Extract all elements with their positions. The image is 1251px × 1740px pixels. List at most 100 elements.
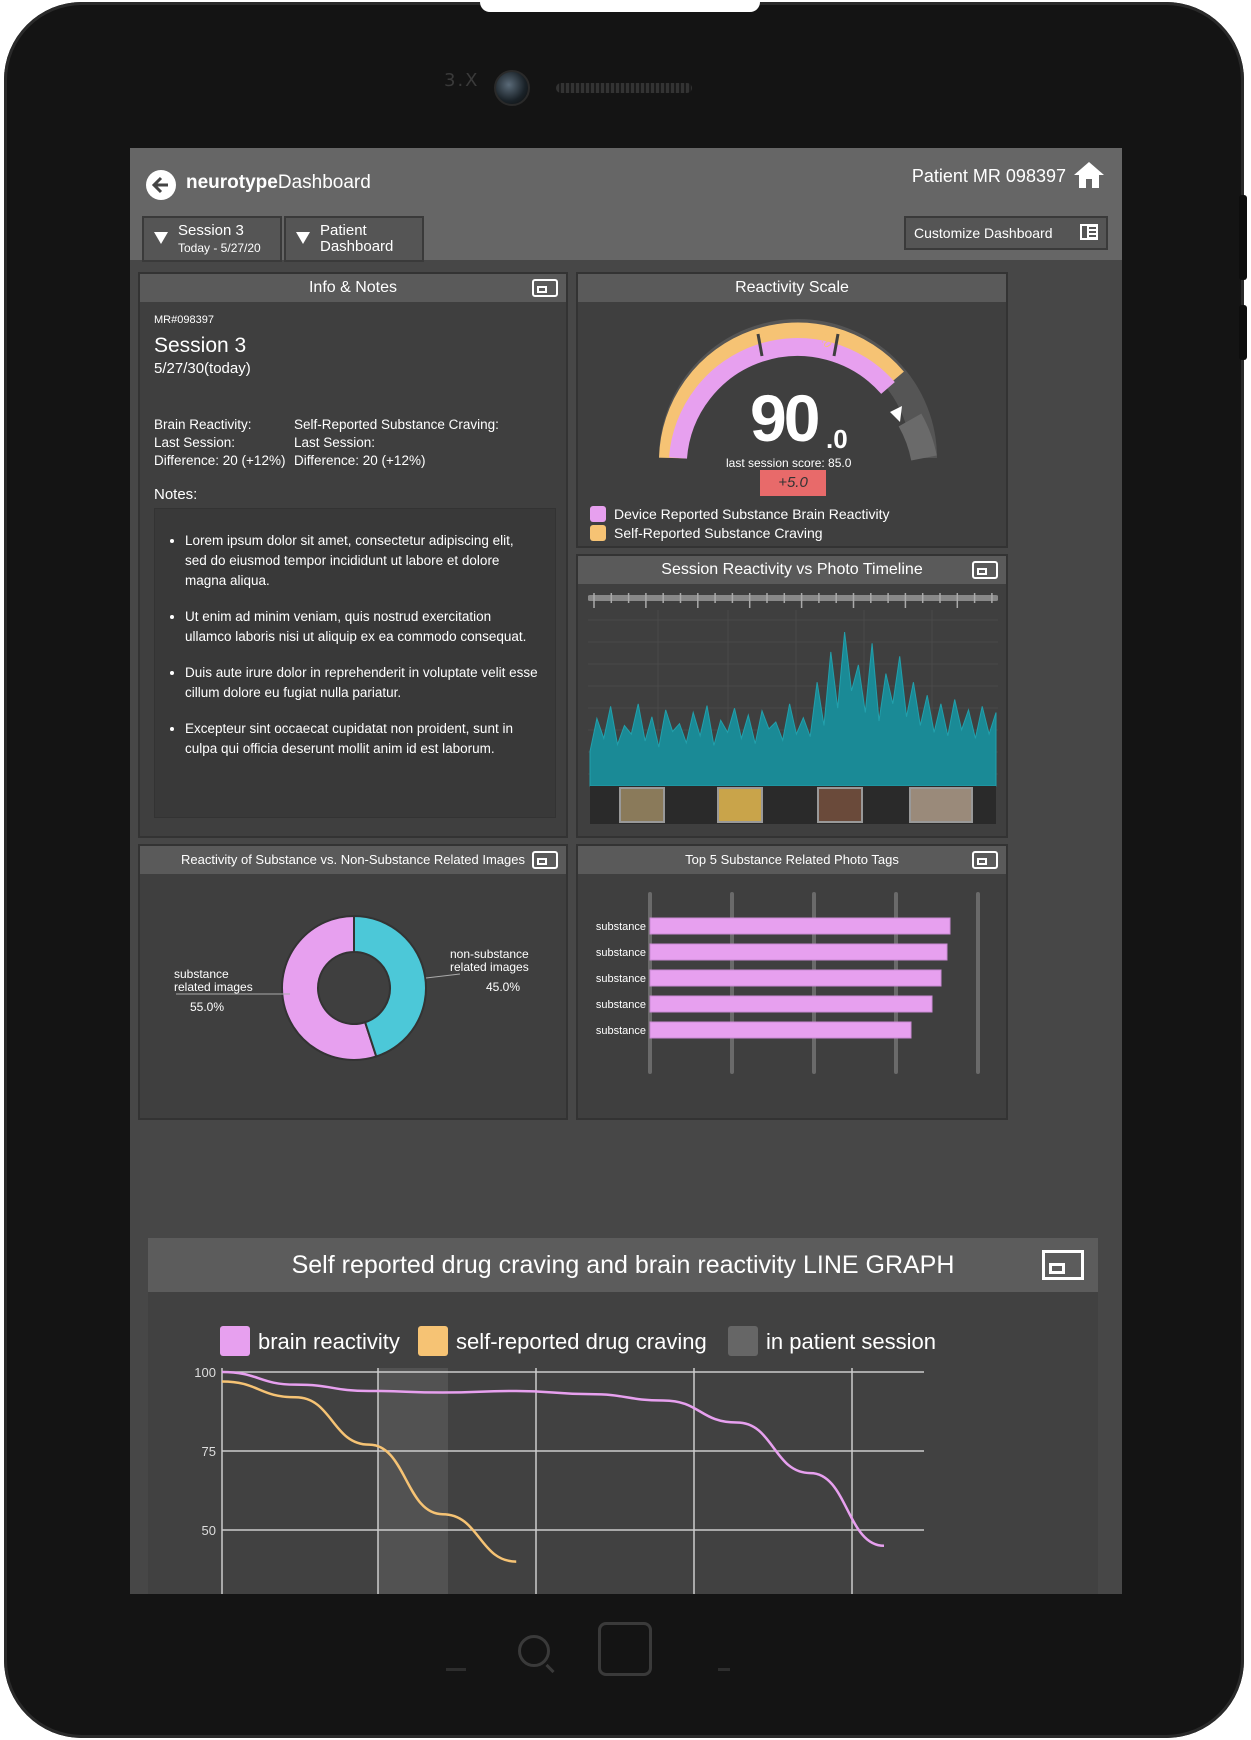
photo-thumbnail [619,787,665,823]
session-select-date: Today - 5/27/20 [178,241,261,255]
notes-label: Notes: [154,486,198,503]
session-date: 5/27/30(today) [154,360,251,377]
donut-label-non-substance: non-substance related images [450,947,529,974]
tag-bar [649,917,951,935]
session-title: Session 3 [154,334,247,357]
note-item: Excepteur sint occaecat cupidatat non pr… [185,719,539,759]
tag-bar [649,943,948,961]
speaker-grille [556,83,692,93]
expand-icon[interactable] [1042,1250,1084,1280]
device-home-button[interactable] [598,1622,652,1676]
line-drug-craving [221,1380,517,1563]
tag-label: substance [596,921,646,933]
photo-tags-title: Top 5 Substance Related Photo Tags [685,852,899,867]
tablet-notch [480,2,760,12]
tags-bar-chart: substance substance substance substance subs… [596,892,980,1074]
reactivity-score: 90 [750,381,820,455]
app-title: neurotypeDashboard [186,172,371,193]
timeline-title: Session Reactivity vs Photo Timeline [661,561,923,578]
donut-title: Reactivity of Substance vs. Non-Substanc… [181,852,525,867]
photo-tags-panel: Top 5 Substance Related Photo Tags subst… [576,844,1008,1120]
session-select-label: Session 3 [178,222,244,239]
back-button[interactable] [146,170,176,200]
info-notes-header: Info & Notes [140,274,566,302]
session-select[interactable]: Session 3 Today - 5/27/20 [142,216,282,262]
substance-donut-panel: Reactivity of Substance vs. Non-Substanc… [138,844,568,1120]
line-graph-title: Self reported drug craving and brain rea… [291,1251,955,1279]
tag-label: substance [596,973,646,985]
search-icon[interactable] [518,1635,550,1667]
donut-pct-substance: 55.0% [190,1000,225,1014]
donut-label-substance: substance related images [174,967,253,994]
reactivity-scale-panel: Reactivity Scale 73.0 90 .0 last session… [576,272,1008,548]
legend-craving-line: self-reported drug craving [418,1326,707,1356]
timeline-header: Session Reactivity vs Photo Timeline [578,556,1006,584]
tag-label: substance [596,947,646,959]
photo-tags-header: Top 5 Substance Related Photo Tags [578,846,1006,874]
mr-number: MR#098397 [154,314,214,326]
legend-in-session: in patient session [728,1326,936,1356]
legend-brain-reactivity-line: brain reactivity [220,1326,400,1356]
note-item: Duis aute irure dolor in reprehenderit i… [185,663,539,703]
volume-down-button [1239,305,1247,360]
line-brain-reactivity [221,1370,885,1548]
info-notes-title: Info & Notes [308,279,398,296]
volume-up-button [1239,195,1247,280]
expand-icon[interactable] [532,279,558,297]
tag-bar [649,1021,912,1039]
dropdown-triangle-icon [154,232,168,244]
tag-label: substance [596,999,646,1011]
layout-icon [1080,224,1098,240]
craving-stats: Self-Reported Substance Craving: Last Ses… [294,417,499,468]
line-graph-header: Self reported drug craving and brain rea… [148,1238,1098,1292]
view-select-line2: Dashboard [320,238,394,255]
camera-icon [494,70,530,106]
tag-bar [649,969,942,987]
legend-swatch-orange [590,525,606,541]
dropdown-triangle-icon [296,232,310,244]
view-select-line1: Patient [320,222,367,239]
app-header: neurotypeDashboard Patient MR 098397 Ses… [130,148,1122,262]
y-tick-label: 100 [194,1368,216,1380]
in-session-band [378,1368,448,1594]
expand-icon[interactable] [532,851,558,869]
view-select[interactable]: Patient Dashboard [284,216,424,262]
legend-craving: Self-Reported Substance Craving [590,525,823,541]
tag-bar [649,995,933,1013]
back-arrow-icon [152,176,168,194]
timeline-panel: Session Reactivity vs Photo Timeline [576,554,1008,838]
photo-thumbnail [817,787,863,823]
patient-id: Patient MR 098397 [911,166,1066,186]
reactivity-score-decimal: .0 [826,424,848,454]
y-tick-label: 50 [202,1523,216,1538]
reactivity-scale-title: Reactivity Scale [735,279,849,296]
legend-swatch-orange [418,1326,448,1356]
donut-header: Reactivity of Substance vs. Non-Substanc… [140,846,566,874]
tag-label: substance [596,1025,646,1037]
line-graph-chart: 100 75 50 [194,1368,924,1594]
app-screen: neurotypeDashboard Patient MR 098397 Ses… [130,148,1122,1594]
y-tick-label: 75 [202,1444,216,1459]
donut-pct-non-substance: 45.0% [486,980,521,994]
legend-swatch-pink [220,1326,250,1356]
photo-thumbnail [717,787,763,823]
note-item: Lorem ipsum dolor sit amet, consectetur … [185,531,539,591]
timeline-chart [588,590,998,826]
last-session-score: last session score: 85.0 [726,456,852,470]
legend-swatch-gray [728,1326,758,1356]
notes-box[interactable]: Lorem ipsum dolor sit amet, consectetur … [154,508,556,818]
customize-dashboard-button[interactable]: Customize Dashboard [904,216,1108,250]
reactivity-scale-header: Reactivity Scale [578,274,1006,302]
legend-swatch-pink [590,506,606,522]
expand-icon[interactable] [972,561,998,579]
brain-reactivity-stats: Brain Reactivity: Last Session: Difference… [154,417,286,468]
line-graph-panel: Self reported drug craving and brain rea… [148,1238,1098,1594]
gauge-marker-icon [890,406,902,422]
nav-dash [718,1668,730,1671]
nav-dash [446,1668,466,1671]
info-notes-panel: Info & Notes MR#098397 Session 3 5/27/30… [138,272,568,838]
note-item: Ut enim ad minim veniam, quis nostrud ex… [185,607,539,647]
home-icon[interactable] [1072,160,1106,190]
expand-icon[interactable] [972,851,998,869]
camera-label: 3.X [444,70,480,91]
